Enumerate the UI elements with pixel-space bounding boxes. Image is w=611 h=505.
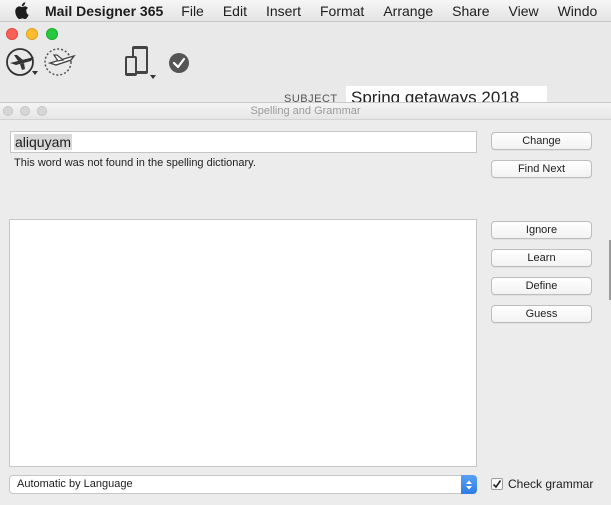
find-next-button[interactable]: Find Next	[491, 160, 592, 178]
menu-view[interactable]: View	[509, 3, 539, 19]
misspelled-word-field[interactable]: aliquyam	[10, 131, 477, 153]
language-select-value: Automatic by Language	[17, 478, 133, 490]
app-menu[interactable]: Mail Designer 365	[45, 3, 163, 19]
spelling-status-text: This word was not found in the spelling …	[14, 157, 256, 169]
select-arrows-icon	[461, 475, 477, 494]
check-button[interactable]	[168, 52, 190, 74]
window-controls	[6, 28, 58, 40]
suggestions-list[interactable]	[9, 219, 477, 467]
menu-insert[interactable]: Insert	[266, 3, 301, 19]
learn-button[interactable]: Learn	[491, 249, 592, 267]
check-grammar-label: Check grammar	[508, 477, 594, 491]
minimize-window-button[interactable]	[26, 28, 38, 40]
menu-arrange[interactable]: Arrange	[383, 3, 433, 19]
define-button[interactable]: Define	[491, 277, 592, 295]
menu-bar: Mail Designer 365 File Edit Insert Forma…	[0, 0, 611, 22]
spelling-grammar-panel: Spelling and Grammar aliquyam This word …	[0, 102, 611, 505]
change-button[interactable]: Change	[491, 132, 592, 150]
zoom-window-button[interactable]	[46, 28, 58, 40]
panel-titlebar: Spelling and Grammar	[0, 103, 611, 120]
checkmark-icon	[492, 480, 502, 489]
devices-icon	[125, 46, 156, 79]
send-menu-button[interactable]	[4, 46, 40, 78]
check-grammar-checkbox[interactable]	[491, 478, 503, 490]
menu-share[interactable]: Share	[452, 3, 489, 19]
subject-field[interactable]: Spring getaways 2018	[346, 86, 547, 103]
airplane-icon	[6, 48, 38, 76]
misspelled-word: aliquyam	[14, 134, 73, 150]
check-grammar-option[interactable]: Check grammar	[491, 477, 593, 491]
menu-format[interactable]: Format	[320, 3, 364, 19]
language-select[interactable]: Automatic by Language	[9, 475, 477, 494]
subject-label: SUBJECT	[284, 93, 338, 102]
close-window-button[interactable]	[6, 28, 18, 40]
ignore-button[interactable]: Ignore	[491, 221, 592, 239]
send-test-button[interactable]	[42, 46, 78, 78]
menu-window[interactable]: Windo	[558, 3, 598, 19]
checkmark-circle-icon	[169, 53, 189, 73]
guess-button[interactable]: Guess	[491, 305, 592, 323]
apple-menu-icon[interactable]	[14, 2, 29, 20]
device-preview-button[interactable]	[120, 44, 160, 80]
panel-title: Spelling and Grammar	[250, 105, 361, 117]
airplane-outline-icon	[44, 48, 76, 76]
menu-file[interactable]: File	[181, 3, 204, 19]
menu-edit[interactable]: Edit	[223, 3, 247, 19]
